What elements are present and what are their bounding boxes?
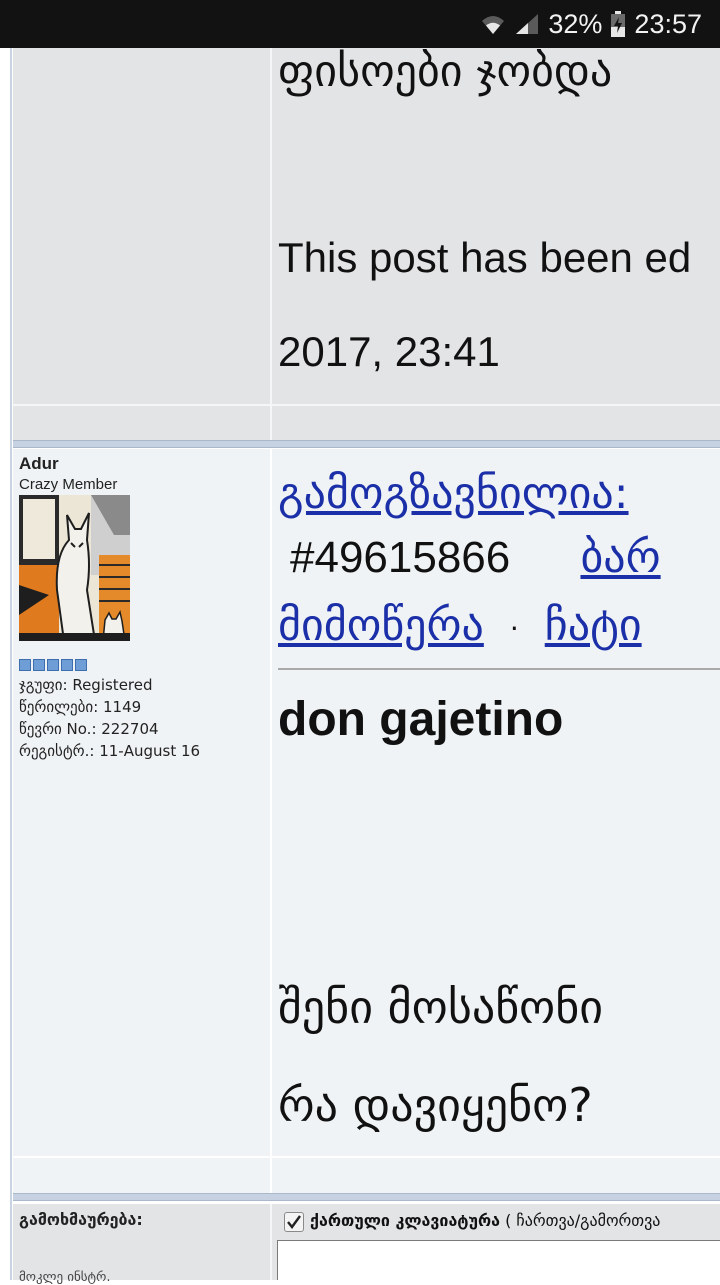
post-link-bar[interactable]: ბარ xyxy=(580,532,660,583)
clock: 23:57 xyxy=(634,8,702,39)
avatar[interactable] xyxy=(19,495,130,641)
rank-pip-icon xyxy=(47,659,59,671)
meta-group: ჯგუფი: Registered xyxy=(19,676,153,694)
posted-link[interactable]: გამოგზავნილია: xyxy=(278,468,629,519)
row-divider xyxy=(13,1156,720,1158)
checkmark-icon xyxy=(287,1215,301,1229)
quote-author: don gajetino xyxy=(278,693,564,746)
status-bar: 32% 23:57 xyxy=(0,0,720,48)
author-meta: ჯგუფი: Registered წერილები: 1149 წევრი N… xyxy=(19,674,200,762)
reply-textarea[interactable] xyxy=(277,1240,720,1280)
edited-note: This post has been ed xyxy=(278,234,692,281)
post-separator xyxy=(13,1193,720,1201)
chat-link[interactable]: ჩატი xyxy=(545,600,642,651)
post-author-column xyxy=(13,48,272,405)
rank-pip-icon xyxy=(61,659,73,671)
author-rank: Crazy Member xyxy=(19,476,118,493)
messages-link[interactable]: მიმოწერა xyxy=(278,600,484,651)
post-separator xyxy=(13,440,720,448)
post-header-line3: მიმოწერა · ჩატი xyxy=(278,600,642,651)
author-name[interactable]: Adur xyxy=(19,454,59,474)
post-body-line2: რა დავიყენო? xyxy=(278,1078,593,1132)
wifi-icon xyxy=(482,16,505,34)
keyboard-label-row: ქართული კლავიატურა ( ჩართვა/გამორთვა xyxy=(310,1211,660,1230)
post-footer-row xyxy=(13,406,720,440)
column-divider xyxy=(270,406,272,440)
keyboard-toggle-hint: ( ჩართვა/გამორთვა xyxy=(505,1211,661,1230)
reply-label: გამოხმაურება: xyxy=(19,1210,143,1229)
edited-date: 2017, 23:41 xyxy=(278,328,500,375)
post-header-line1: გამოგზავნილია: xyxy=(278,468,629,519)
forum-page: ფისოები ჯობდა This post has been ed 2017… xyxy=(0,46,720,1285)
rank-pips xyxy=(19,659,87,671)
meta-member-no: წევრი No.: 222704 xyxy=(19,720,159,738)
signal-icon xyxy=(516,14,539,34)
battery-percent: 32% xyxy=(548,8,603,39)
table-border xyxy=(10,48,12,1280)
rank-pip-icon xyxy=(19,659,31,671)
battery-charging-icon xyxy=(611,11,626,37)
post-header-line2: #49615866 ბარ xyxy=(278,532,661,583)
dot-separator: · xyxy=(509,611,519,645)
rank-pip-icon xyxy=(33,659,45,671)
post-id[interactable]: #49615866 xyxy=(290,533,510,582)
post-header-divider xyxy=(278,668,720,670)
meta-registered: რეგისტრ.: 11-August 16 xyxy=(19,742,201,760)
rank-pip-icon xyxy=(75,659,87,671)
meta-posts: წერილები: 1149 xyxy=(19,698,142,716)
avatar-image xyxy=(19,495,130,641)
post-body-line1: შენი მოსაწონი xyxy=(278,980,604,1034)
reply-hint: მოკლე ინსტრ. xyxy=(19,1270,111,1285)
keyboard-label: ქართული კლავიატურა xyxy=(310,1211,500,1230)
georgian-keyboard-checkbox[interactable] xyxy=(284,1212,304,1232)
post-text: ფისოები ჯობდა xyxy=(278,46,613,97)
